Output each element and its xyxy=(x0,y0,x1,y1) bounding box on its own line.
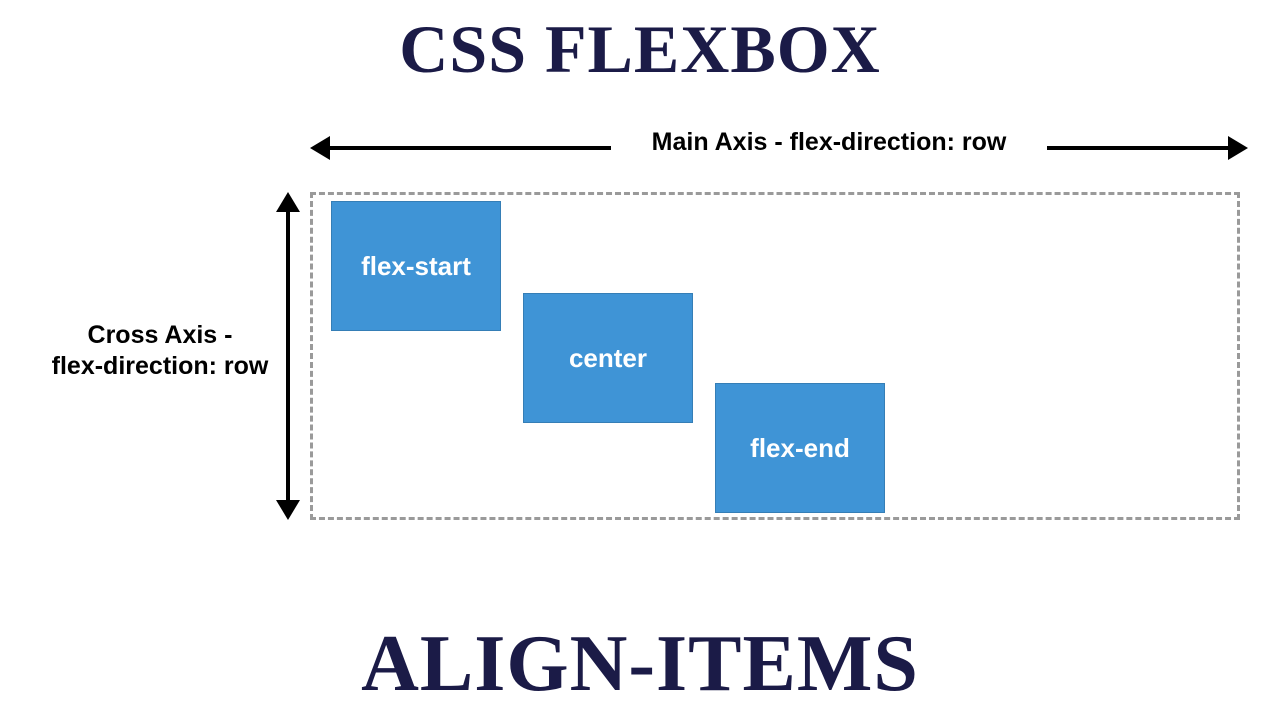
flex-item-center: center xyxy=(523,293,693,423)
page-subtitle: ALIGN-ITEMS xyxy=(0,619,1280,710)
cross-axis-label: Cross Axis - flex-direction: row xyxy=(50,320,270,383)
flex-item-flex-start: flex-start xyxy=(331,201,501,331)
arrow-up-icon xyxy=(276,192,300,212)
page-title: CSS FLEXBOX xyxy=(0,10,1280,89)
cross-axis-arrow xyxy=(270,192,306,520)
arrow-down-icon xyxy=(276,500,300,520)
flexbox-align-items-diagram: Main Axis - flex-direction: row Cross Ax… xyxy=(50,130,1230,570)
arrow-right-icon xyxy=(1228,136,1248,160)
diagram-canvas: CSS FLEXBOX Main Axis - flex-direction: … xyxy=(0,0,1280,720)
flex-container: flex-start center flex-end xyxy=(310,192,1240,520)
cross-axis-line xyxy=(286,212,290,500)
cross-axis-label-line2: flex-direction: row xyxy=(52,352,269,380)
flex-item-flex-end: flex-end xyxy=(715,383,885,513)
main-axis-label: Main Axis - flex-direction: row xyxy=(611,124,1047,161)
cross-axis-label-line1: Cross Axis - xyxy=(88,321,233,349)
arrow-left-icon xyxy=(310,136,330,160)
main-axis-arrow: Main Axis - flex-direction: row xyxy=(310,130,1248,166)
